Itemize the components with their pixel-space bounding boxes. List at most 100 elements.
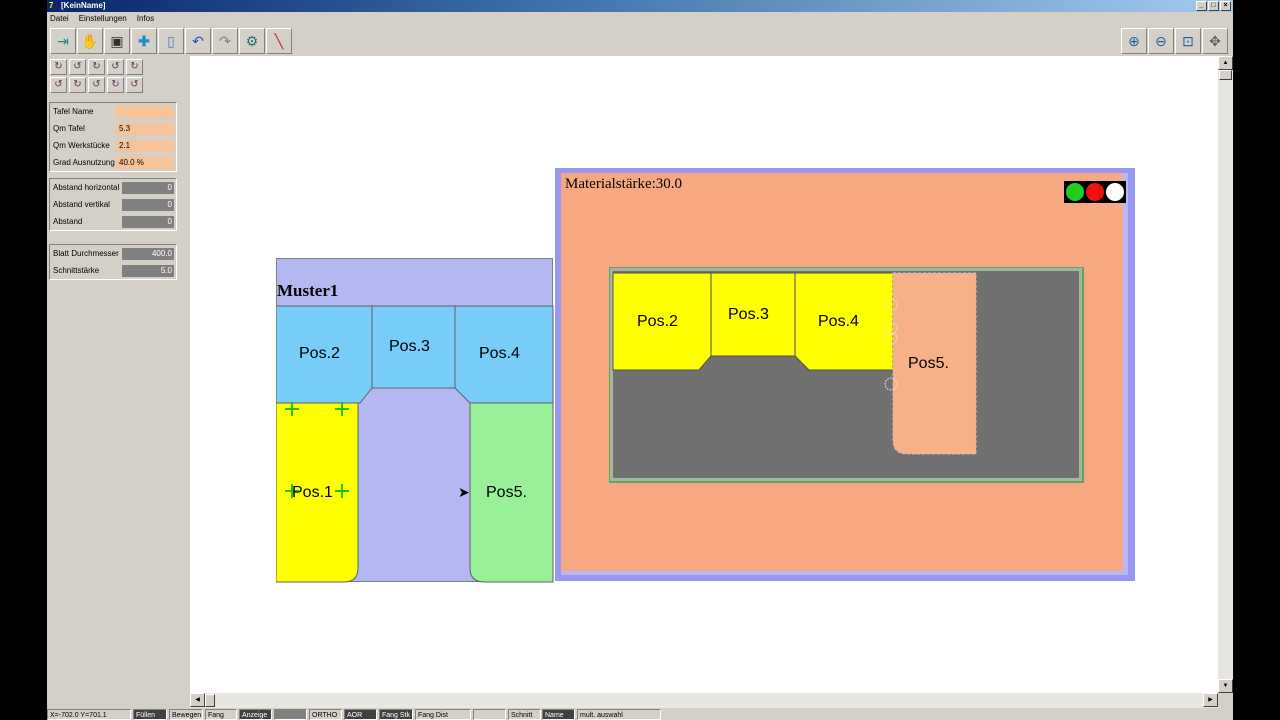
pan-button[interactable]: ✥ [1202, 28, 1228, 54]
sheet-pos5-label: Pos5. [908, 355, 949, 372]
new-page-button[interactable]: ▯ [158, 28, 184, 54]
rotate-button-9[interactable]: ↻ [107, 77, 124, 93]
muster-pos3-label: Pos.3 [389, 338, 430, 355]
blade-group: Blatt Durchmesser 400.0 Schnittstärke 5.0 [49, 244, 177, 280]
scroll-down-button[interactable]: ▼ [1218, 679, 1233, 693]
status-light-white-icon [1106, 183, 1124, 201]
scroll-left-button[interactable]: ◀ [190, 693, 205, 707]
line-tool-button[interactable]: ╲ [266, 28, 292, 54]
close-button[interactable]: × [1220, 1, 1231, 11]
rotate-button-6[interactable]: ↺ [50, 77, 67, 93]
status-fang-dist[interactable]: Fang Dist [415, 709, 471, 720]
field-label: Schnittstärke [53, 266, 100, 275]
sheet-pos2-label: Pos.2 [637, 313, 678, 330]
abstand-field[interactable]: 0 [122, 216, 174, 228]
menu-infos[interactable]: Infos [137, 12, 154, 26]
settings-icon: ⚙ [245, 32, 259, 49]
zoom-out-button[interactable]: ⊖ [1148, 28, 1174, 54]
window-title: [KeinName] [61, 1, 106, 10]
menu-datei[interactable]: Datei [50, 12, 69, 26]
field-label: Abstand vertikal [53, 200, 110, 209]
pointer-icon: ✋ [81, 32, 99, 49]
zoom-in-button[interactable]: ⊕ [1121, 28, 1147, 54]
rotate-button-4[interactable]: ↺ [107, 59, 124, 75]
status-fang[interactable]: Fang [205, 709, 237, 720]
rotation-buttons: ↻ ↺ ↻ ↺ ↻ ↺ ↻ ↺ ↻ ↺ [50, 59, 143, 93]
qm-werkstuecke-field[interactable]: 2.1 [116, 140, 174, 152]
zoom-in-icon: ⊕ [1128, 32, 1140, 49]
abstand-horizontal-field[interactable]: 0 [122, 182, 174, 194]
redo-button[interactable]: ↷ [212, 28, 238, 54]
sheet-info-group: Tafel Name Qm Tafel 5.3 Qm Werkstücke 2.1 … [49, 102, 177, 172]
app-logo-icon: 7 [49, 1, 54, 10]
rotate-button-2[interactable]: ↺ [69, 59, 86, 75]
rotate-button-5[interactable]: ↻ [126, 59, 143, 75]
muster-parts [276, 305, 554, 583]
field-label: Abstand [53, 217, 83, 226]
add-icon: ✚ [138, 32, 150, 49]
scroll-right-button[interactable]: ▶ [1203, 693, 1218, 707]
rotate-button-10[interactable]: ↺ [126, 77, 143, 93]
maximize-button[interactable]: □ [1208, 1, 1219, 11]
status-name[interactable]: Name [542, 709, 575, 720]
abstand-vertikal-field[interactable]: 0 [122, 199, 174, 211]
muster-pos5-label: Pos5. [486, 484, 527, 501]
rotate-button-7[interactable]: ↻ [69, 77, 86, 93]
line-tool-icon: ╲ [274, 32, 284, 49]
zoom-window-button[interactable]: ⊡ [1175, 28, 1201, 54]
exit-icon: ⇥ [57, 32, 69, 49]
muster-pos4-label: Pos.4 [479, 345, 520, 362]
status-blank-1 [274, 709, 307, 720]
status-fang-stk[interactable]: Fang Stk [379, 709, 413, 720]
exit-button[interactable]: ⇥ [50, 28, 76, 54]
grad-ausnutzung-field[interactable]: 40.0 % [116, 157, 174, 169]
muster-pos2-label: Pos.2 [299, 345, 340, 362]
mouse-cursor-icon: ➤ [458, 484, 470, 500]
redo-icon: ↷ [219, 32, 231, 49]
drawing-canvas[interactable]: Muster1 Pos.2 Pos.3 Pos.4 Pos.1 Pos5. ➤ … [190, 56, 1218, 693]
muster-pos1-label: Pos.1 [292, 484, 333, 501]
blatt-durchmesser-field[interactable]: 400.0 [122, 248, 174, 260]
sheet-pos3-label: Pos.3 [728, 306, 769, 323]
zoom-out-icon: ⊖ [1155, 32, 1167, 49]
add-button[interactable]: ✚ [131, 28, 157, 54]
title-bar: 7 [KeinName] _ □ × [47, 0, 1233, 12]
menu-bar: Datei Einstellungen Infos [47, 12, 1233, 26]
status-light-red-icon [1086, 183, 1104, 201]
material-thickness-label: Materialstärke:30.0 [565, 176, 683, 192]
scroll-up-button[interactable]: ▲ [1218, 56, 1233, 70]
save-icon: ▣ [110, 32, 124, 49]
qm-tafel-field[interactable]: 5.3 [116, 123, 174, 135]
schnittstaerke-field[interactable]: 5.0 [122, 265, 174, 277]
status-fuellen[interactable]: Füllen [133, 709, 167, 720]
new-page-icon: ▯ [167, 32, 175, 49]
vertical-scroll-thumb[interactable] [1219, 70, 1232, 80]
field-label: Tafel Name [53, 107, 94, 116]
spacing-group: Abstand horizontal 0 Abstand vertikal 0 Ab… [49, 178, 177, 231]
vertical-scrollbar[interactable]: ▲ ▼ [1218, 56, 1233, 693]
field-label: Blatt Durchmesser [53, 249, 119, 258]
field-label: Abstand horizontal [53, 183, 120, 192]
status-anzeige[interactable]: Anzeige [239, 709, 272, 720]
left-panel: ↻ ↺ ↻ ↺ ↻ ↺ ↻ ↺ ↻ ↺ Tafel Name Qm Tafel 5… [47, 56, 179, 690]
sheet-pos4-label: Pos.4 [818, 313, 859, 330]
minimize-button[interactable]: _ [1196, 1, 1207, 11]
board-layout [609, 267, 1084, 483]
status-bewegen[interactable]: Bewegen [169, 709, 203, 720]
status-mult-auswahl[interactable]: mult. auswahl [577, 709, 661, 720]
undo-button[interactable]: ↶ [185, 28, 211, 54]
settings-button[interactable]: ⚙ [239, 28, 265, 54]
save-button[interactable]: ▣ [104, 28, 130, 54]
horizontal-scroll-thumb[interactable] [205, 694, 215, 707]
rotate-button-3[interactable]: ↻ [88, 59, 105, 75]
status-aor[interactable]: AOR [344, 709, 377, 720]
rotate-button-8[interactable]: ↺ [88, 77, 105, 93]
status-schnitt[interactable]: Schnitt [508, 709, 541, 720]
horizontal-scrollbar[interactable]: ◀ ▶ [190, 693, 1218, 708]
rotate-button-1[interactable]: ↻ [50, 59, 67, 75]
field-label: Qm Werkstücke [53, 141, 110, 150]
pointer-button[interactable]: ✋ [77, 28, 103, 54]
menu-einstellungen[interactable]: Einstellungen [79, 12, 127, 26]
tafel-name-field[interactable] [116, 106, 174, 118]
status-ortho[interactable]: ORTHO [309, 709, 342, 720]
